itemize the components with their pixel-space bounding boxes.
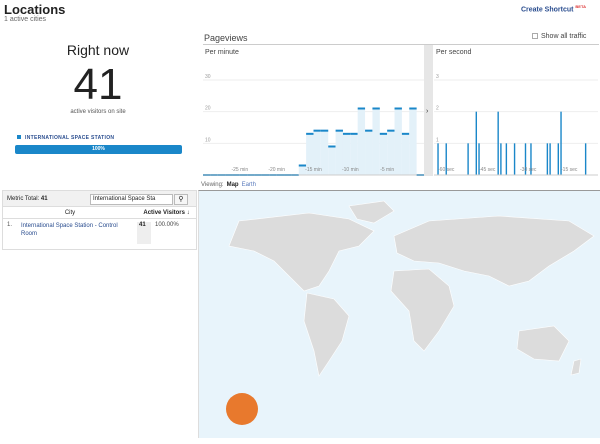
x-tick-label: -25 min — [231, 167, 248, 173]
minute-bar[interactable] — [387, 129, 395, 132]
second-bar[interactable] — [546, 143, 549, 175]
table-header: City Active Visitors ↓ — [3, 207, 196, 219]
city-link[interactable]: International Space Station - Control Ro… — [17, 222, 137, 244]
minute-area — [409, 108, 417, 175]
locations-table: Metric Total: 41 International Space Sta… — [2, 190, 197, 250]
header-active-visitors-label: Active Visitors — [143, 210, 185, 216]
x-tick-label: -30 sec — [520, 167, 537, 173]
legend-swatch-icon — [17, 135, 21, 139]
beta-badge: BETA — [575, 4, 586, 9]
minute-area — [365, 130, 373, 175]
minute-area — [372, 108, 380, 175]
second-bar[interactable] — [467, 143, 469, 175]
pageviews-charts: Per minute Per second › 10 20 30 -25 min -20… — [203, 44, 599, 176]
show-all-label: Show all traffic — [541, 33, 587, 40]
right-now-label: Right now — [66, 42, 130, 58]
create-shortcut-link[interactable]: Create Shortcut BETA — [521, 4, 586, 13]
minute-area — [320, 130, 329, 175]
second-bar[interactable] — [549, 143, 551, 175]
second-bar[interactable] — [500, 143, 502, 175]
minute-area — [394, 108, 402, 175]
x-tick-label: -5 min — [380, 167, 394, 173]
x-tick-label: -60 sec — [438, 167, 455, 173]
minute-bar[interactable] — [372, 107, 380, 110]
y-tick-label: 20 — [205, 106, 211, 112]
row-visitors: 41 — [137, 222, 151, 244]
header-active-visitors[interactable]: Active Visitors ↓ — [137, 207, 196, 218]
location-name: INTERNATIONAL SPACE STATION — [25, 135, 115, 141]
view-switcher: Viewing: Map Earth — [201, 182, 256, 188]
north-america — [228, 212, 375, 292]
page-subtitle: 1 active cities — [4, 16, 47, 23]
x-tick-label: -10 min — [342, 167, 359, 173]
row-percent: 100.00% — [155, 222, 179, 228]
minute-bar[interactable] — [320, 129, 329, 132]
new-zealand — [570, 358, 582, 376]
per-minute-title: Per minute — [205, 49, 239, 56]
greenland — [348, 200, 395, 224]
viewing-label: Viewing: — [201, 182, 224, 188]
location-legend: INTERNATIONAL SPACE STATION — [17, 135, 114, 141]
continents — [228, 200, 595, 377]
search-icon: ⚲ — [178, 196, 184, 203]
show-all-traffic-checkbox[interactable]: Show all traffic — [532, 33, 586, 40]
earth-tab[interactable]: Earth — [242, 182, 256, 188]
sort-desc-icon: ↓ — [186, 210, 190, 216]
metric-total-label: Metric Total: — [7, 196, 40, 202]
world-map[interactable] — [198, 190, 600, 438]
header-city[interactable]: City — [3, 207, 137, 218]
location-share-bar: 100% — [15, 145, 182, 154]
x-tick-label: -45 sec — [479, 167, 496, 173]
minute-bar[interactable] — [335, 129, 343, 132]
active-visitors-caption: active visitors on site — [70, 109, 126, 115]
map-svg — [226, 200, 595, 425]
map-tab[interactable]: Map — [227, 182, 239, 188]
y-tick-label: 1 — [436, 137, 439, 143]
metric-total-value: 41 — [40, 196, 48, 202]
x-tick-label: -20 min — [268, 167, 285, 173]
table-search-input[interactable]: International Space Sta — [90, 194, 173, 205]
search-button[interactable]: ⚲ — [174, 194, 188, 205]
x-tick-label: -15 sec — [561, 167, 578, 173]
pageviews-svg: Per minute Per second › 102030-25 min -20… — [203, 45, 598, 176]
minute-bar[interactable] — [365, 129, 373, 132]
minute-bar[interactable] — [357, 107, 366, 110]
minute-area — [357, 108, 366, 175]
y-tick-label: 10 — [205, 137, 211, 143]
create-shortcut-label: Create Shortcut — [520, 6, 574, 14]
active-visitor-count: 41 — [73, 60, 123, 109]
minute-bar[interactable] — [409, 107, 417, 110]
second-bar[interactable] — [557, 143, 559, 175]
x-tick-label: -15 min — [305, 167, 322, 173]
minute-bar[interactable] — [342, 132, 351, 135]
second-bar[interactable] — [560, 111, 562, 175]
minute-bar[interactable] — [313, 129, 321, 132]
checkbox-icon[interactable] — [532, 33, 538, 39]
minute-bar[interactable] — [394, 107, 402, 110]
y-tick-label: 2 — [436, 106, 439, 112]
per-second-title: Per second — [436, 49, 472, 56]
y-tick-label: 3 — [436, 74, 439, 80]
second-bar[interactable] — [497, 111, 499, 175]
second-bar[interactable] — [475, 111, 477, 175]
y-tick-label: 30 — [205, 74, 211, 80]
pageviews-title: Pageviews — [204, 33, 248, 43]
minute-area — [401, 133, 410, 175]
minute-bar[interactable] — [328, 145, 336, 148]
second-bar[interactable] — [513, 143, 516, 175]
page-title: Locations — [4, 2, 66, 17]
africa — [390, 268, 455, 352]
minute-bar[interactable] — [350, 132, 358, 135]
iss-location-marker[interactable] — [226, 393, 258, 425]
minute-area — [328, 146, 336, 175]
table-row: 1. International Space Station - Control… — [3, 219, 196, 244]
minute-bar[interactable] — [306, 132, 314, 135]
south-america — [303, 292, 350, 377]
second-bar[interactable] — [584, 143, 587, 175]
minute-bar[interactable] — [401, 132, 410, 135]
australia — [516, 325, 570, 362]
minute-bar[interactable] — [379, 132, 388, 135]
second-bar[interactable] — [505, 143, 508, 175]
row-index: 1. — [7, 222, 13, 228]
